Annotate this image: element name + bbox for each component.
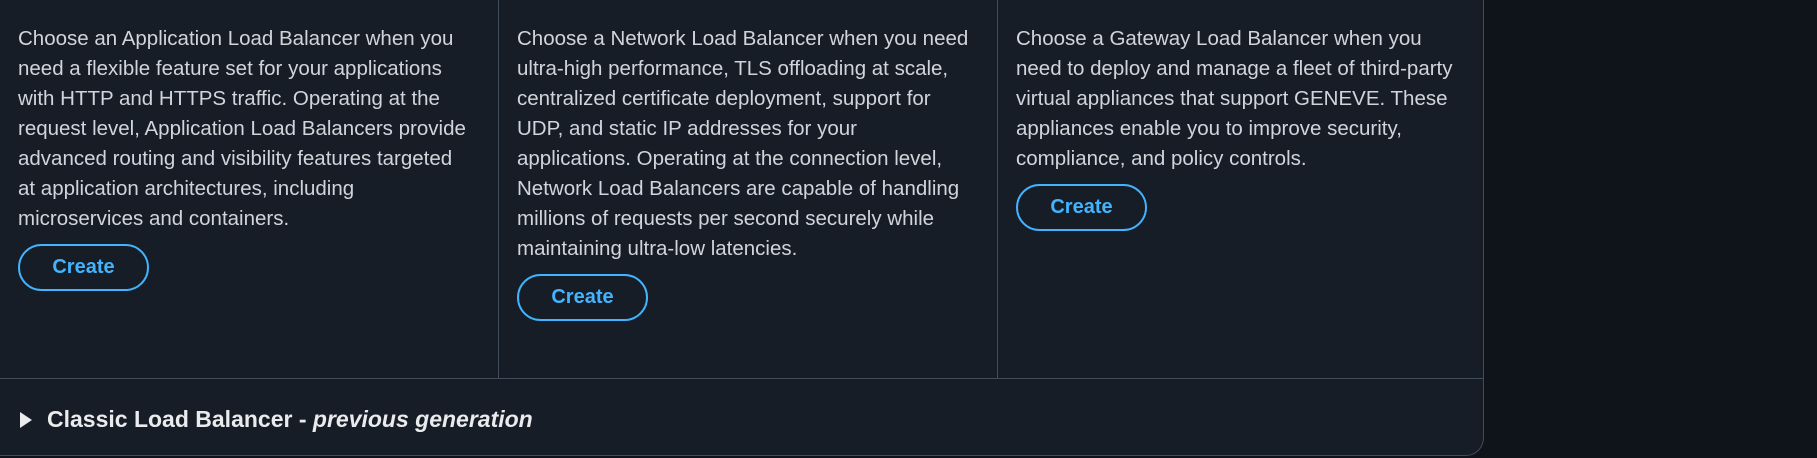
gateway-load-balancer-description: Choose a Gateway Load Balancer when you … [1016, 27, 1453, 170]
classic-load-balancer-expander[interactable]: Classic Load Balancer - previous generat… [20, 402, 533, 436]
create-network-load-balancer-button[interactable]: Create [517, 274, 648, 321]
network-load-balancer-description: Choose a Network Load Balancer when you … [517, 27, 969, 260]
classic-load-balancer-separator: - [292, 405, 313, 432]
load-balancer-types-panel: Choose an Application Load Balancer when… [0, 0, 1484, 456]
application-load-balancer-description: Choose an Application Load Balancer when… [18, 27, 466, 230]
application-load-balancer-column: Choose an Application Load Balancer when… [0, 0, 499, 378]
caret-right-icon[interactable] [20, 411, 32, 428]
load-balancer-type-columns: Choose an Application Load Balancer when… [0, 0, 1484, 379]
network-load-balancer-column: Choose a Network Load Balancer when you … [499, 0, 998, 378]
classic-load-balancer-subtitle: previous generation [312, 405, 533, 432]
create-application-load-balancer-button[interactable]: Create [18, 244, 149, 291]
create-gateway-load-balancer-button[interactable]: Create [1016, 184, 1147, 231]
classic-load-balancer-title: Classic Load Balancer [47, 405, 293, 432]
gateway-load-balancer-column: Choose a Gateway Load Balancer when you … [998, 0, 1484, 378]
